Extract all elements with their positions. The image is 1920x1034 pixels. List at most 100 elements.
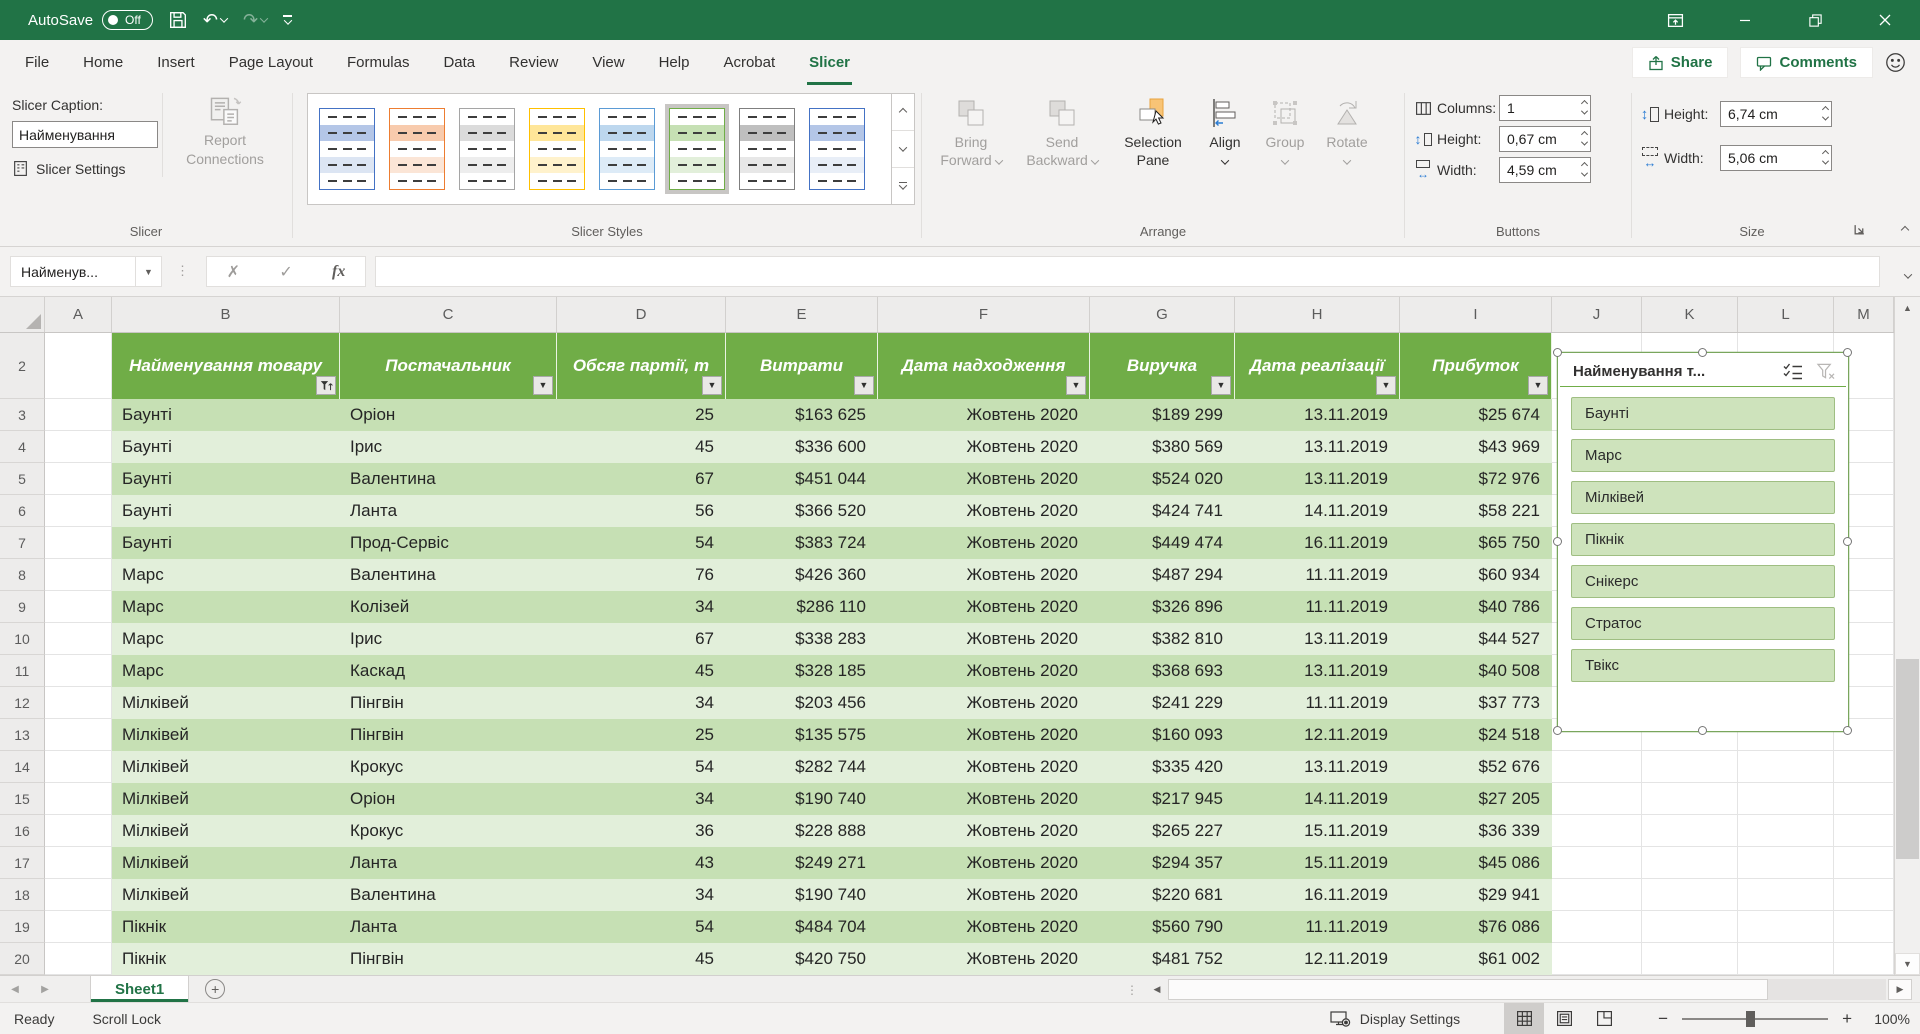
row-header-5[interactable]: 5 bbox=[0, 463, 45, 495]
cell-B13[interactable]: Мілківей bbox=[112, 719, 340, 751]
cell-I10[interactable]: $44 527 bbox=[1400, 623, 1552, 655]
cell-H15[interactable]: 14.11.2019 bbox=[1235, 783, 1400, 815]
cell-L17[interactable] bbox=[1738, 847, 1834, 879]
row-header-16[interactable]: 16 bbox=[0, 815, 45, 847]
slicer-caption-input[interactable] bbox=[12, 121, 158, 148]
cell-G12[interactable]: $241 229 bbox=[1090, 687, 1235, 719]
zoom-slider[interactable] bbox=[1682, 1018, 1828, 1020]
cell-E6[interactable]: $366 520 bbox=[726, 495, 878, 527]
cell-E15[interactable]: $190 740 bbox=[726, 783, 878, 815]
cell-H8[interactable]: 11.11.2019 bbox=[1235, 559, 1400, 591]
cell-E10[interactable]: $338 283 bbox=[726, 623, 878, 655]
cell-D18[interactable]: 34 bbox=[557, 879, 726, 911]
filter-button-E[interactable]: ▼ bbox=[854, 376, 874, 395]
slicer-item-снікерс[interactable]: Снікерс bbox=[1571, 565, 1835, 598]
cell-A18[interactable] bbox=[45, 879, 112, 911]
restore-button[interactable] bbox=[1780, 0, 1850, 40]
cell-E3[interactable]: $163 625 bbox=[726, 399, 878, 431]
cell-G16[interactable]: $265 227 bbox=[1090, 815, 1235, 847]
cell-F18[interactable]: Жовтень 2020 bbox=[878, 879, 1090, 911]
cell-M20[interactable] bbox=[1834, 943, 1894, 975]
slicer-style-light-blue-2[interactable] bbox=[595, 104, 659, 194]
cell-C6[interactable]: Ланта bbox=[340, 495, 557, 527]
gallery-more-button[interactable] bbox=[892, 168, 914, 204]
cell-J17[interactable] bbox=[1552, 847, 1642, 879]
multi-select-icon[interactable] bbox=[1782, 363, 1804, 380]
scroll-up-button[interactable]: ▲ bbox=[1895, 297, 1920, 319]
cell-I8[interactable]: $60 934 bbox=[1400, 559, 1552, 591]
cell-D7[interactable]: 54 bbox=[557, 527, 726, 559]
column-header-G[interactable]: G bbox=[1090, 297, 1235, 332]
cell-B7[interactable]: Баунті bbox=[112, 527, 340, 559]
cell-K19[interactable] bbox=[1642, 911, 1738, 943]
next-sheet-button[interactable]: ▶ bbox=[30, 976, 60, 1002]
display-settings-button[interactable]: Display Settings bbox=[1330, 1010, 1460, 1027]
cell-D9[interactable]: 34 bbox=[557, 591, 726, 623]
cell-G8[interactable]: $487 294 bbox=[1090, 559, 1235, 591]
cell-L18[interactable] bbox=[1738, 879, 1834, 911]
resize-handle[interactable] bbox=[1698, 726, 1707, 735]
size-width-spinner[interactable]: 5,06 cm bbox=[1720, 145, 1832, 171]
buttons-columns-spinner[interactable]: 1 bbox=[1499, 95, 1591, 121]
cell-A19[interactable] bbox=[45, 911, 112, 943]
cell-M15[interactable] bbox=[1834, 783, 1894, 815]
cell-A13[interactable] bbox=[45, 719, 112, 751]
cell-G9[interactable]: $326 896 bbox=[1090, 591, 1235, 623]
filter-button-G[interactable]: ▼ bbox=[1211, 376, 1231, 395]
ribbon-tab-insert[interactable]: Insert bbox=[140, 40, 212, 85]
slicer-style-light-gold[interactable] bbox=[525, 104, 589, 194]
slicer-settings-button[interactable]: Slicer Settings bbox=[12, 160, 125, 177]
cell-J18[interactable] bbox=[1552, 879, 1642, 911]
cell-B3[interactable]: Баунті bbox=[112, 399, 340, 431]
resize-handle[interactable] bbox=[1553, 537, 1562, 546]
cell-A12[interactable] bbox=[45, 687, 112, 719]
cell-I3[interactable]: $25 674 bbox=[1400, 399, 1552, 431]
row-header-10[interactable]: 10 bbox=[0, 623, 45, 655]
cell-D20[interactable]: 45 bbox=[557, 943, 726, 975]
slicer-style-light-gray[interactable] bbox=[455, 104, 519, 194]
buttons-height-spinner[interactable]: 0,67 cm bbox=[1499, 126, 1591, 152]
cell-B19[interactable]: Пікнік bbox=[112, 911, 340, 943]
collapse-ribbon-button[interactable] bbox=[1902, 221, 1908, 236]
ribbon-tab-review[interactable]: Review bbox=[492, 40, 575, 85]
cell-F7[interactable]: Жовтень 2020 bbox=[878, 527, 1090, 559]
cell-B9[interactable]: Марс bbox=[112, 591, 340, 623]
cell-I11[interactable]: $40 508 bbox=[1400, 655, 1552, 687]
new-sheet-button[interactable]: + bbox=[205, 979, 225, 999]
cell-K16[interactable] bbox=[1642, 815, 1738, 847]
cell-G7[interactable]: $449 474 bbox=[1090, 527, 1235, 559]
cell-L19[interactable] bbox=[1738, 911, 1834, 943]
cell-E19[interactable]: $484 704 bbox=[726, 911, 878, 943]
cell-C15[interactable]: Оріон bbox=[340, 783, 557, 815]
expand-formula-bar-button[interactable] bbox=[1905, 266, 1911, 284]
cell-D11[interactable]: 45 bbox=[557, 655, 726, 687]
column-header-I[interactable]: I bbox=[1400, 297, 1552, 332]
filter-button-D[interactable]: ▼ bbox=[702, 376, 722, 395]
cell-A20[interactable] bbox=[45, 943, 112, 975]
row-header-3[interactable]: 3 bbox=[0, 399, 45, 431]
column-header-J[interactable]: J bbox=[1552, 297, 1642, 332]
cell-D8[interactable]: 76 bbox=[557, 559, 726, 591]
row-header-9[interactable]: 9 bbox=[0, 591, 45, 623]
cell-E5[interactable]: $451 044 bbox=[726, 463, 878, 495]
ribbon-tab-slicer[interactable]: Slicer bbox=[792, 40, 867, 85]
cell-F20[interactable]: Жовтень 2020 bbox=[878, 943, 1090, 975]
cell-A16[interactable] bbox=[45, 815, 112, 847]
cell-B4[interactable]: Баунті bbox=[112, 431, 340, 463]
row-header-18[interactable]: 18 bbox=[0, 879, 45, 911]
cell-A11[interactable] bbox=[45, 655, 112, 687]
horizontal-scrollbar-track[interactable] bbox=[1168, 979, 1886, 1000]
select-all-button[interactable] bbox=[0, 297, 45, 332]
horizontal-scrollbar[interactable]: ⋮ ◀ ▶ bbox=[1126, 979, 1912, 1000]
cell-G15[interactable]: $217 945 bbox=[1090, 783, 1235, 815]
cell-C11[interactable]: Каскад bbox=[340, 655, 557, 687]
cell-G20[interactable]: $481 752 bbox=[1090, 943, 1235, 975]
cell-I20[interactable]: $61 002 bbox=[1400, 943, 1552, 975]
cell-A3[interactable] bbox=[45, 399, 112, 431]
undo-button[interactable]: ↶ bbox=[203, 10, 227, 31]
slicer-panel[interactable]: Найменування т... БаунтіМарсМілківейПікн… bbox=[1557, 352, 1849, 732]
cell-F4[interactable]: Жовтень 2020 bbox=[878, 431, 1090, 463]
spinner-arrows[interactable] bbox=[1582, 127, 1587, 151]
close-button[interactable] bbox=[1850, 0, 1920, 40]
ribbon-tab-file[interactable]: File bbox=[8, 40, 66, 85]
